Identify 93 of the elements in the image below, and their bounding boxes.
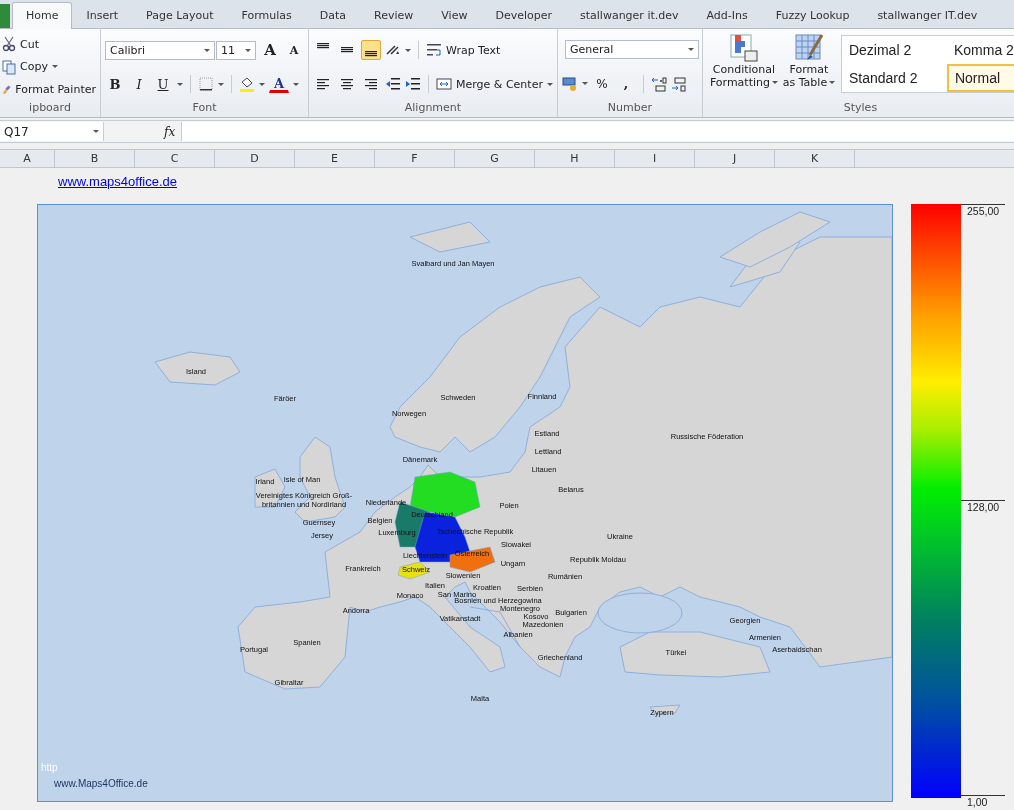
merge-center-button[interactable]: Merge & Center	[436, 74, 553, 94]
decrease-decimal-icon	[670, 75, 687, 92]
group-label: Styles	[842, 101, 879, 116]
cut-button[interactable]: Cut	[2, 34, 96, 55]
paint-bucket-icon	[239, 76, 255, 92]
vertical-align-button[interactable]	[361, 40, 381, 60]
font-name-dropdown[interactable]: Calibri	[105, 40, 215, 60]
scale-label: 1,00	[961, 795, 1005, 808]
column-header[interactable]: J	[695, 150, 775, 167]
table-brush-icon	[793, 33, 824, 63]
column-header[interactable]: B	[55, 150, 135, 167]
column-header[interactable]: A	[0, 150, 55, 167]
ribbon-tab[interactable]: stallwanger it.dev	[566, 3, 693, 28]
map-credit: www.Maps4Office.de	[54, 778, 148, 789]
ribbon-tab[interactable]: Formulas	[227, 3, 306, 28]
group-label: ipboard	[28, 101, 72, 116]
website-link[interactable]: www.maps4office.de	[58, 174, 177, 189]
cell-style-item[interactable]: Standard 2	[841, 64, 947, 92]
column-header[interactable]: E	[295, 150, 375, 167]
formula-input[interactable]	[181, 122, 1014, 141]
ribbon-tab[interactable]: Add-Ins	[692, 3, 762, 28]
group-label: Font	[191, 101, 218, 116]
decrease-indent-icon	[385, 76, 401, 92]
cell-style-item[interactable]: Dezimal 2	[841, 36, 947, 64]
wrap-text-icon	[426, 42, 442, 58]
underline-button[interactable]: U	[153, 74, 173, 94]
column-header[interactable]: D	[215, 150, 295, 167]
column-header[interactable]: H	[535, 150, 615, 167]
group-label: Number	[606, 101, 654, 116]
font-size-dropdown[interactable]: 11	[216, 40, 256, 60]
insert-function-button[interactable]: fx	[104, 124, 182, 139]
italic-button[interactable]: I	[129, 74, 149, 94]
wrap-text-button[interactable]: Wrap Text	[426, 40, 501, 60]
caret-icon	[259, 81, 265, 87]
column-header[interactable]: C	[135, 150, 215, 167]
conditional-formatting-button[interactable]: Conditional Formatting	[706, 31, 781, 91]
cell-style-item[interactable]: Komma 2	[946, 36, 1014, 64]
caret-icon	[293, 81, 299, 87]
caret-icon	[204, 47, 210, 53]
scale-label: 255,00	[961, 204, 1005, 217]
column-header[interactable]: K	[775, 150, 855, 167]
caret-icon	[245, 47, 251, 53]
align-lines-icon	[341, 47, 353, 53]
group-label: Alignment	[403, 101, 463, 116]
caret-icon	[93, 129, 99, 134]
caret-icon	[51, 64, 58, 70]
ribbon-tab[interactable]: Review	[360, 3, 428, 28]
increase-indent-icon	[405, 76, 421, 92]
faint-text: http	[41, 762, 58, 773]
copy-button[interactable]: Copy	[2, 57, 96, 77]
scale-label: 128,00	[961, 499, 1005, 513]
caret-icon	[405, 47, 411, 53]
number-format-dropdown[interactable]: General	[564, 40, 699, 60]
borders-icon	[198, 76, 214, 92]
caret-icon	[546, 81, 553, 87]
scissors-icon	[2, 36, 16, 53]
copy-icon	[2, 59, 16, 75]
ribbon-tab[interactable]: Fuzzy Lookup	[761, 3, 864, 28]
name-box[interactable]: Q17	[0, 122, 104, 141]
font-color-button[interactable]: A	[269, 75, 289, 93]
ribbon-tab[interactable]: View	[427, 3, 482, 28]
align-lines-icon	[363, 76, 379, 92]
ribbon-tab[interactable]: Page Layout	[132, 3, 228, 28]
column-header[interactable]: F	[375, 150, 455, 167]
align-lines-icon	[317, 43, 329, 49]
ribbon-tab[interactable]: stallwanger IT.dev	[863, 3, 992, 28]
ribbon-tab[interactable]: Insert	[72, 3, 133, 28]
caret-icon	[218, 81, 224, 87]
caret-icon	[829, 80, 836, 85]
percent-button[interactable]: %	[591, 73, 612, 94]
caret-icon	[772, 80, 778, 85]
caret-icon	[687, 47, 694, 53]
currency-icon	[561, 75, 578, 92]
align-lines-icon	[339, 76, 355, 92]
ribbon-tab[interactable]: Developer	[481, 3, 566, 28]
shrink-font-button[interactable]: A	[284, 40, 304, 60]
bold-button[interactable]: B	[105, 74, 125, 94]
column-header[interactable]: I	[615, 150, 695, 167]
format-as-table-button[interactable]: Format as Table	[780, 31, 837, 91]
ribbon-tab[interactable]: Home	[12, 2, 73, 29]
caret-icon	[581, 81, 588, 87]
format-painter-button[interactable]: Format Painter	[2, 79, 96, 100]
column-header[interactable]: G	[455, 150, 535, 167]
align-lines-icon	[365, 51, 377, 57]
caret-icon	[177, 81, 183, 87]
increase-decimal-icon	[650, 75, 667, 92]
conditional-formatting-icon	[728, 33, 759, 63]
cell-style-item[interactable]: Normal	[946, 64, 1014, 92]
align-lines-icon	[315, 76, 331, 92]
grow-font-button[interactable]: A	[260, 40, 280, 60]
merge-cells-icon	[436, 76, 452, 92]
ribbon-tab[interactable]: Data	[305, 3, 361, 28]
comma-button[interactable]: ,	[615, 73, 636, 94]
